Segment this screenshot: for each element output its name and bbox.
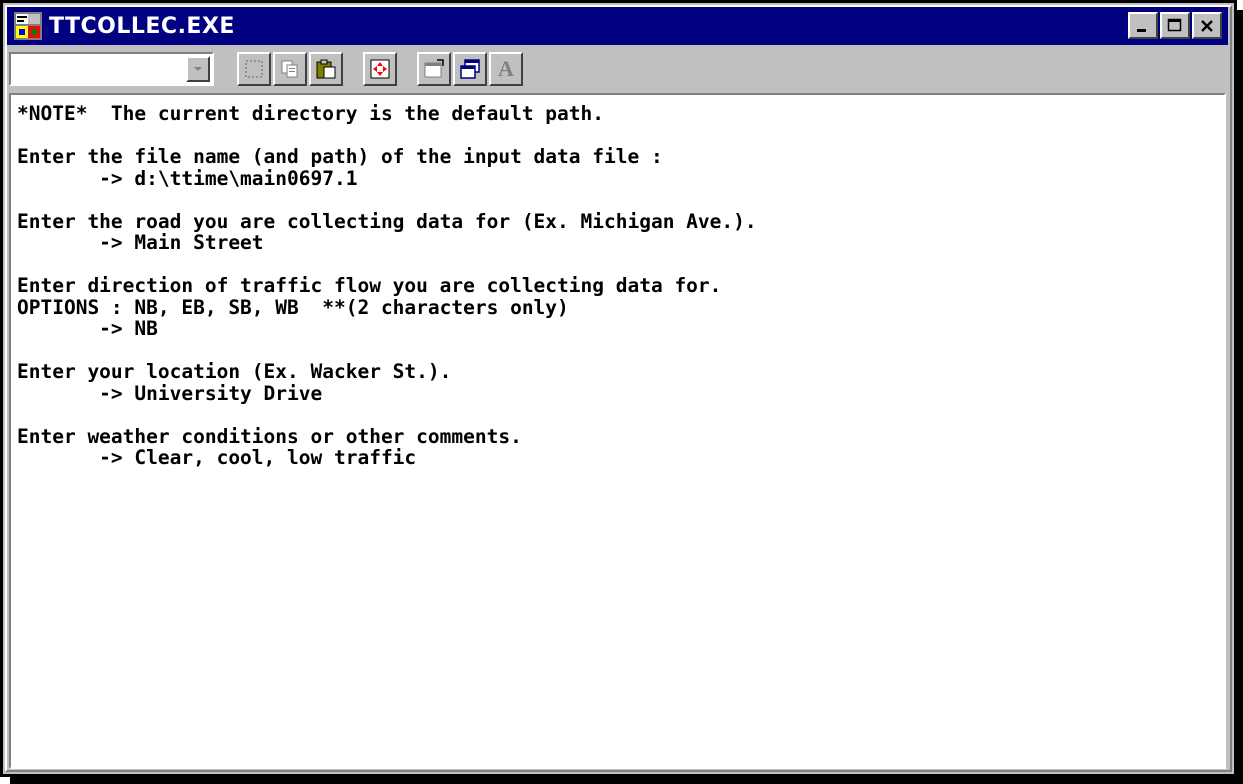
- properties-button[interactable]: [417, 52, 451, 86]
- console-line: *NOTE* The current directory is the defa…: [17, 102, 604, 125]
- console-line: -> d:\ttime\main0697.1: [17, 166, 358, 190]
- properties-icon: [424, 59, 444, 78]
- minimize-button[interactable]: [1128, 12, 1158, 39]
- console-line: Enter weather conditions or other commen…: [17, 424, 522, 448]
- fullscreen-icon: [370, 59, 390, 79]
- console-line: Enter your location (Ex. Wacker St.).: [17, 360, 452, 383]
- ms-dos-app-icon[interactable]: [13, 11, 43, 41]
- close-button[interactable]: [1192, 12, 1222, 39]
- copy-button[interactable]: [273, 52, 307, 86]
- close-icon: [1201, 19, 1213, 32]
- chevron-down-icon: [194, 67, 202, 71]
- mark-icon: [245, 60, 263, 78]
- console-line: -> Clear, cool, low traffic: [17, 446, 417, 469]
- mark-button[interactable]: [237, 52, 271, 86]
- font-size-combo[interactable]: [9, 52, 214, 86]
- console-line: -> NB: [17, 317, 158, 340]
- maximize-button[interactable]: [1160, 12, 1190, 39]
- paste-icon: [316, 59, 336, 79]
- combo-dropdown-button[interactable]: [186, 56, 210, 82]
- console-text: *NOTE* The current directory is the defa…: [11, 95, 1224, 469]
- console-window: TTCOLLEC.EXE A *NOTE* The current direct…: [0, 0, 1237, 777]
- console-output[interactable]: *NOTE* The current directory is the defa…: [9, 93, 1226, 769]
- console-line: Enter direction of traffic flow you are …: [17, 274, 722, 297]
- font-icon: A: [498, 56, 514, 81]
- window-title: TTCOLLEC.EXE: [49, 13, 235, 39]
- title-controls: [1128, 12, 1222, 39]
- fullscreen-button[interactable]: [363, 52, 397, 86]
- font-button[interactable]: A: [489, 52, 523, 86]
- console-line: -> University Drive: [17, 381, 323, 405]
- minimize-icon: [1137, 28, 1146, 32]
- title-bar[interactable]: TTCOLLEC.EXE: [7, 7, 1228, 45]
- copy-icon: [281, 60, 298, 78]
- background-button[interactable]: [453, 52, 487, 86]
- background-icon: [460, 59, 480, 79]
- console-line: Enter the road you are collecting data f…: [17, 209, 757, 233]
- paste-button[interactable]: [309, 52, 343, 86]
- console-line: Enter the file name (and path) of the in…: [17, 145, 663, 168]
- maximize-icon: [1167, 18, 1182, 31]
- toolbar: A: [7, 47, 1228, 91]
- console-line: OPTIONS : NB, EB, SB, WB **(2 characters…: [17, 295, 569, 319]
- console-line: -> Main Street: [17, 231, 264, 254]
